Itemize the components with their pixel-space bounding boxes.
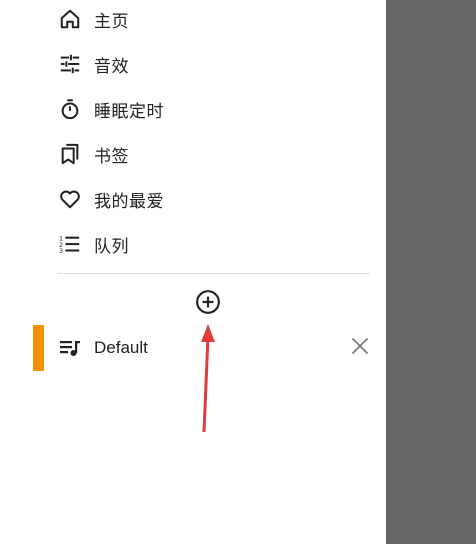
menu-item-label: 主页	[94, 11, 129, 32]
menu-item-home[interactable]: 主页	[58, 2, 358, 36]
close-icon	[350, 336, 370, 360]
menu-item-label: 音效	[94, 56, 129, 77]
bookmarks-icon	[58, 142, 82, 166]
add-circle-icon	[195, 289, 221, 319]
menu-item-label: 书签	[94, 146, 129, 167]
svg-text:3: 3	[59, 247, 63, 255]
menu-item-queue[interactable]: 1 2 3 队列	[58, 227, 358, 261]
playlist-name: Default	[94, 338, 148, 357]
menu-item-favorites[interactable]: 我的最爱	[58, 182, 358, 216]
menu-item-bookmarks[interactable]: 书签	[58, 137, 358, 171]
heart-icon	[58, 187, 82, 211]
playlist-item-default[interactable]: Default	[0, 325, 386, 371]
menu-item-sleep-timer[interactable]: 睡眠定时	[58, 92, 358, 126]
menu-item-label: 我的最爱	[94, 191, 164, 212]
home-icon	[58, 7, 82, 31]
menu-divider	[58, 273, 370, 274]
add-playlist-button[interactable]	[195, 289, 221, 319]
equalizer-icon	[58, 52, 82, 76]
navigation-drawer: 主页 音效 睡眠定时 书签 我的最爱 1 2 3 队列 Default	[0, 0, 386, 544]
menu-item-label: 睡眠定时	[94, 101, 164, 122]
menu-item-sound-effects[interactable]: 音效	[58, 47, 358, 81]
drawer-scrim[interactable]	[386, 0, 476, 544]
timer-icon	[58, 97, 82, 121]
active-indicator	[33, 325, 44, 371]
annotation-arrow-icon	[201, 324, 215, 433]
queue-icon: 1 2 3	[58, 232, 82, 256]
menu-item-label: 队列	[94, 236, 129, 257]
remove-playlist-button[interactable]	[348, 336, 372, 360]
app-screen: 主页 音效 睡眠定时 书签 我的最爱 1 2 3 队列 Default	[0, 0, 476, 544]
playlist-music-icon	[58, 336, 82, 360]
